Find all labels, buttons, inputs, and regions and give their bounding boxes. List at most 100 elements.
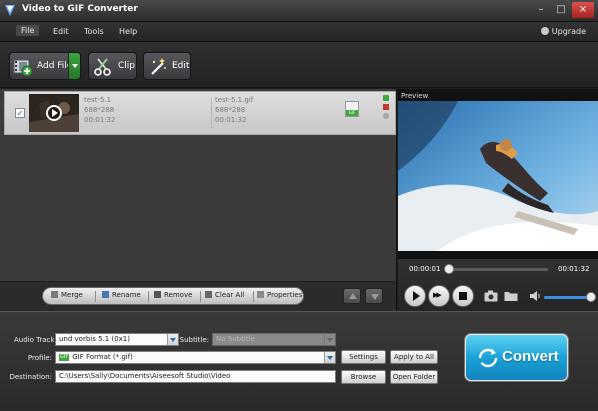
remove-button[interactable]: Remove: [154, 291, 192, 299]
convert-label: Convert: [502, 348, 559, 365]
merge-icon: [51, 291, 58, 298]
chevron-down-icon: [324, 352, 335, 363]
apply-to-all-button[interactable]: Apply to All: [390, 350, 438, 364]
file-checkbox[interactable]: ✓: [15, 108, 25, 118]
merge-label: Merge: [61, 291, 83, 299]
seek-bar[interactable]: [446, 268, 548, 271]
settings-button[interactable]: Settings: [341, 350, 386, 364]
output-resolution: 688*288: [215, 106, 246, 114]
open-folder-button[interactable]: Open Folder: [390, 370, 438, 384]
destination-field[interactable]: C:\Users\Sally\Documents\Aiseesoft Studi…: [55, 370, 336, 383]
clip-button[interactable]: Clip: [88, 52, 137, 80]
info-item-icon[interactable]: [383, 113, 389, 119]
browse-button[interactable]: Browse: [341, 370, 386, 384]
convert-icon: [478, 348, 498, 368]
playback-controls: 00:00:01 00:01:32: [398, 259, 598, 311]
rename-button[interactable]: Rename: [102, 291, 141, 299]
add-file-dropdown[interactable]: [68, 53, 80, 79]
profile-label: Profile:: [27, 354, 52, 362]
chevron-down-icon: [167, 334, 178, 345]
preview-panel: Preview 00:00:01 00:01:32: [398, 89, 598, 311]
convert-button[interactable]: Convert: [465, 334, 568, 381]
source-duration: 00:01:32: [84, 116, 116, 124]
upgrade-label: Upgrade: [551, 27, 586, 36]
source-info: test-5.1 688*288 00:01:32: [84, 95, 115, 125]
open-folder-icon[interactable]: [504, 290, 518, 302]
menu-bar: File Edit Tools Help Upgrade: [0, 22, 598, 42]
delete-item-icon[interactable]: [383, 104, 389, 110]
subtitle-label: Subtitle:: [179, 336, 209, 344]
gif-format-icon: GIF: [59, 354, 70, 361]
rename-icon: [102, 291, 109, 298]
list-action-group: Merge Rename Remove Clear All Properties: [42, 287, 304, 305]
app-logo-icon: [5, 5, 15, 16]
merge-button[interactable]: Merge: [51, 291, 83, 299]
output-info: test-5.1.gif 688*288 00:01:32: [215, 95, 253, 125]
separator: [253, 291, 254, 302]
move-down-button[interactable]: [365, 288, 383, 304]
current-time: 00:00:01: [409, 265, 441, 273]
edit-item-icon[interactable]: [383, 95, 389, 101]
upgrade-link[interactable]: Upgrade: [540, 27, 586, 36]
edit-button[interactable]: Edit: [143, 52, 191, 80]
menu-help[interactable]: Help: [119, 27, 137, 36]
volume-handle[interactable]: [586, 292, 596, 302]
preview-label: Preview: [401, 92, 429, 100]
output-filename: test-5.1.gif: [215, 96, 254, 104]
snapshot-camera-icon[interactable]: [484, 290, 498, 302]
seek-handle[interactable]: [444, 264, 454, 274]
subtitle-select[interactable]: No Subtitle: [212, 333, 336, 346]
magic-wand-icon: [151, 58, 166, 75]
play-thumbnail-icon[interactable]: [46, 105, 62, 121]
preview-frame: [398, 101, 598, 251]
scissors-icon: [94, 58, 111, 76]
rename-label: Rename: [112, 291, 141, 299]
subtitle-value: No Subtitle: [216, 335, 255, 343]
profile-select[interactable]: GIF GIF Format (*.gif): [55, 351, 336, 364]
window-title: Video to GIF Converter: [22, 4, 138, 14]
volume-slider[interactable]: [544, 296, 590, 299]
preview-video[interactable]: [398, 101, 598, 251]
play-button[interactable]: [404, 285, 426, 307]
menu-tools[interactable]: Tools: [84, 27, 104, 36]
film-add-icon: [13, 59, 33, 77]
gif-badge: GIF: [346, 110, 358, 116]
output-format-icon[interactable]: GIF: [345, 101, 359, 117]
audio-track-select[interactable]: und vorbis 5.1 (0x1): [55, 333, 179, 346]
list-action-bar: Merge Rename Remove Clear All Properties: [0, 282, 397, 311]
close-button[interactable]: ×: [572, 2, 594, 18]
output-settings-panel: Audio Track: und vorbis 5.1 (0x1) Subtit…: [0, 311, 598, 411]
menu-edit[interactable]: Edit: [53, 27, 69, 36]
file-thumbnail[interactable]: [29, 94, 79, 132]
total-time: 00:01:32: [558, 265, 590, 273]
maximize-button[interactable]: □: [552, 2, 570, 18]
move-up-button[interactable]: [343, 288, 361, 304]
properties-button[interactable]: Properties: [257, 291, 302, 299]
audio-track-label: Audio Track:: [14, 336, 57, 344]
source-filename: test-5.1: [84, 96, 112, 104]
menu-file[interactable]: File: [16, 25, 40, 36]
title-bar: Video to GIF Converter – □ ×: [0, 0, 598, 22]
remove-label: Remove: [164, 291, 193, 299]
separator: [200, 291, 201, 302]
file-item[interactable]: ✓ test-5.1 688*288 00:01:32 test-5.1.gif…: [4, 91, 396, 135]
stop-button[interactable]: [452, 285, 474, 307]
destination-value: C:\Users\Sally\Documents\Aiseesoft Studi…: [59, 372, 231, 380]
clip-label: Clip: [118, 61, 135, 71]
volume-icon[interactable]: [530, 291, 541, 301]
file-list: ✓ test-5.1 688*288 00:01:32 test-5.1.gif…: [0, 89, 397, 281]
output-duration: 00:01:32: [215, 116, 247, 124]
separator: [95, 291, 96, 302]
remove-icon: [154, 291, 161, 298]
add-file-button[interactable]: Add File: [9, 52, 81, 80]
edit-label: Edit: [172, 61, 190, 71]
row-tools: [383, 95, 393, 122]
fast-forward-button[interactable]: [428, 285, 450, 307]
minimize-button[interactable]: –: [532, 2, 550, 18]
row-divider: [211, 98, 212, 128]
properties-icon: [257, 291, 264, 298]
clear-all-icon: [205, 291, 212, 298]
profile-value: GIF Format (*.gif): [72, 353, 133, 361]
user-icon: [540, 27, 549, 35]
clear-all-button[interactable]: Clear All: [205, 291, 244, 299]
